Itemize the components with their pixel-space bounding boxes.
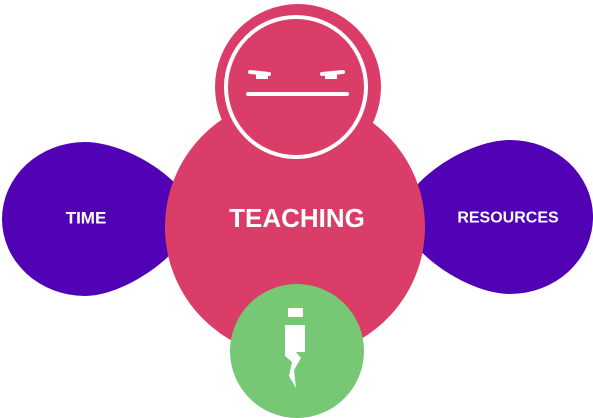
time-label: TIME [66, 209, 107, 228]
pen-nib-node [230, 284, 364, 418]
resources-node: RESOURCES [396, 140, 593, 294]
teaching-label: TEACHING [229, 203, 365, 233]
resources-label: RESOURCES [457, 210, 559, 227]
teaching-diagram: TIME RESOURCES TEACHING [2, 4, 593, 418]
